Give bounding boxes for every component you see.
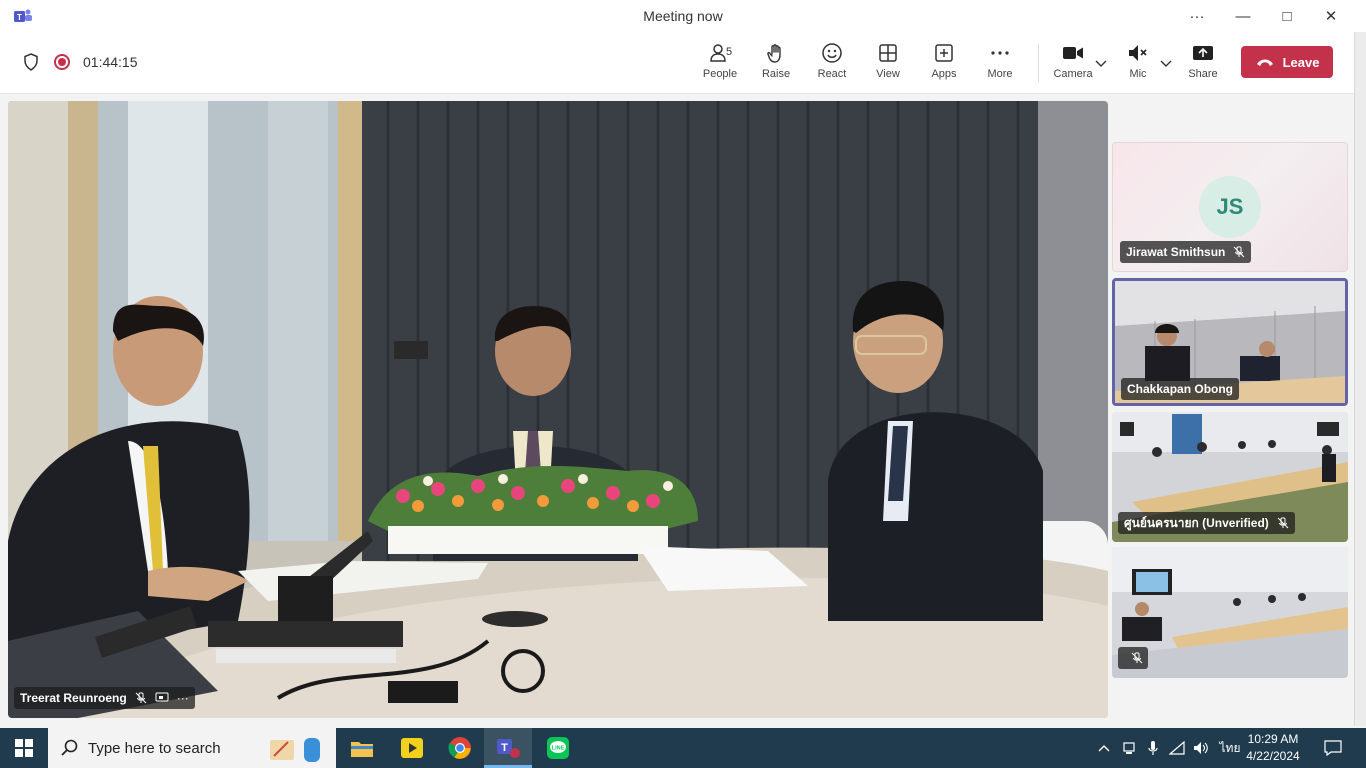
search-icon (61, 739, 78, 756)
line-app-icon[interactable]: LINE (534, 728, 582, 768)
view-button[interactable]: View (860, 42, 916, 88)
participant-options-icon[interactable]: ··· (177, 691, 189, 705)
tray-time: 10:29 AM (1247, 732, 1299, 746)
apps-label: Apps (931, 68, 957, 80)
participant-tile-jirawat[interactable]: JS Jirawat Smithsun (1112, 142, 1348, 272)
react-button[interactable]: React (804, 42, 860, 88)
recording-icon (54, 54, 70, 70)
tile-participant-name: Chakkapan Obong (1127, 382, 1234, 396)
mic-muted-icon (1234, 246, 1245, 258)
screen-share-icon (155, 692, 169, 702)
leave-button[interactable]: Leave (1241, 46, 1333, 78)
raise-label: Raise (761, 68, 791, 80)
tray-volume-icon[interactable] (1190, 728, 1212, 768)
share-button[interactable]: Share (1175, 42, 1231, 88)
grid-view-icon (879, 44, 897, 62)
apps-button[interactable]: Apps (916, 42, 972, 88)
search-highlight-icon (270, 738, 320, 762)
people-button[interactable]: 5 People (692, 42, 748, 88)
tray-network-icon[interactable] (1118, 728, 1140, 768)
maximize-button[interactable]: □ (1264, 0, 1310, 32)
raise-hand-button[interactable]: Raise (748, 42, 804, 88)
mic-muted-icon (1277, 517, 1289, 529)
meeting-room-video (8, 101, 1108, 718)
share-icon (1193, 46, 1213, 60)
chrome-icon[interactable] (436, 728, 484, 768)
windows-logo-icon (15, 739, 33, 757)
mic-muted-icon (1129, 45, 1147, 61)
leave-label: Leave (1282, 54, 1320, 70)
more-label: More (987, 68, 1013, 80)
svg-text:T: T (501, 742, 508, 754)
people-count: 5 (726, 46, 733, 58)
mic-label: Mic (1129, 68, 1147, 80)
shield-icon[interactable] (23, 53, 39, 71)
tile-participant-name: Jirawat Smithsun (1126, 245, 1226, 259)
tray-clock[interactable]: 10:29 AM 4/22/2024 (1246, 731, 1300, 765)
share-label: Share (1188, 68, 1218, 80)
tile-name-label: Chakkapan Obong (1121, 378, 1240, 400)
window-title: Meeting now (643, 8, 723, 24)
camera-label: Camera (1053, 68, 1093, 80)
mic-muted-icon (135, 692, 147, 704)
svg-text:LINE: LINE (552, 746, 565, 752)
side-panel-edge (1354, 32, 1366, 726)
main-participant-name: Treerat Reunroeng (20, 691, 127, 705)
start-button[interactable] (0, 728, 48, 768)
participant-tile-4[interactable] (1112, 547, 1348, 678)
mic-muted-icon (1131, 652, 1143, 664)
camera-icon (1063, 47, 1083, 59)
smiley-icon (822, 43, 842, 63)
toolbar-divider (1038, 44, 1039, 82)
title-bar: T Meeting now ··· — □ ✕ (0, 0, 1366, 32)
tray-mic-icon[interactable] (1142, 728, 1164, 768)
close-button[interactable]: ✕ (1308, 0, 1354, 32)
file-explorer-icon[interactable] (338, 728, 386, 768)
tray-overflow-chevron-icon[interactable] (1094, 728, 1114, 768)
more-button[interactable]: More (972, 42, 1028, 88)
hang-up-icon (1256, 59, 1273, 66)
taskbar: Type here to search T LINE ไทย 10:29 AM … (0, 728, 1366, 768)
mic-chevron-down-icon[interactable] (1160, 58, 1172, 68)
search-placeholder: Type here to search (88, 740, 221, 757)
camera-chevron-down-icon[interactable] (1095, 58, 1107, 68)
participant-tile-nakhonnayok[interactable]: ศูนย์นครนายก (Unverified) (1112, 412, 1348, 542)
minimize-button[interactable]: — (1220, 0, 1266, 32)
tile-name-label: Jirawat Smithsun (1120, 241, 1252, 263)
tray-language[interactable]: ไทย (1216, 728, 1244, 768)
mic-button[interactable]: Mic (1110, 42, 1166, 88)
teams-taskbar-icon[interactable]: T (484, 728, 532, 768)
participant-tile-chakkapan[interactable]: Chakkapan Obong (1112, 278, 1348, 406)
media-player-icon[interactable] (388, 728, 436, 768)
notification-center-icon[interactable] (1318, 728, 1348, 768)
hand-icon (767, 44, 781, 63)
avatar: JS (1199, 176, 1261, 238)
more-dots-icon (991, 51, 1009, 55)
react-label: React (817, 68, 847, 80)
tile-name-label (1118, 647, 1148, 669)
view-label: View (876, 68, 900, 80)
taskbar-search-box[interactable]: Type here to search (48, 728, 336, 768)
apps-plus-icon (935, 44, 953, 62)
people-label: People (702, 68, 738, 80)
main-participant-label: Treerat Reunroeng ··· (14, 687, 195, 709)
tile-name-label: ศูนย์นครนายก (Unverified) (1118, 512, 1295, 534)
tray-wifi-icon[interactable] (1166, 728, 1188, 768)
camera-button[interactable]: Camera (1045, 42, 1101, 88)
tile-participant-name: ศูนย์นครนายก (Unverified) (1124, 515, 1269, 530)
tray-date: 4/22/2024 (1246, 749, 1300, 763)
meeting-timer: 01:44:15 (83, 54, 138, 70)
window-more-button[interactable]: ··· (1174, 0, 1220, 32)
main-video-stage[interactable]: Treerat Reunroeng ··· (8, 101, 1108, 718)
meeting-toolbar: 01:44:15 5 People Raise React View Apps … (0, 32, 1354, 94)
